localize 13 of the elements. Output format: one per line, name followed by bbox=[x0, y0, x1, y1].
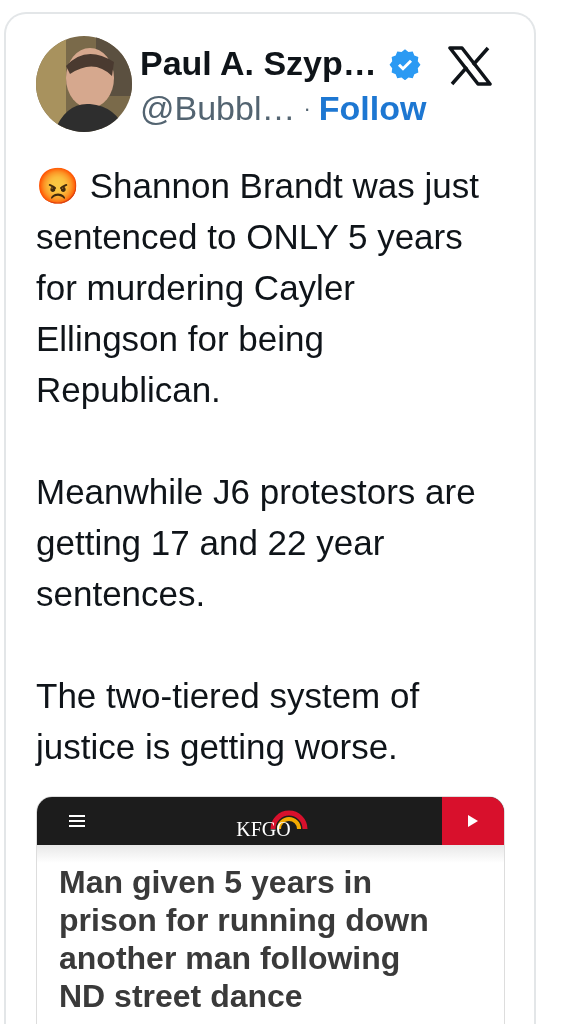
tweet-text: 😡 Shannon Brandt was just sentenced to ONLY 5 years for murdering Cayler Ellingson for being Republican. bbox=[36, 166, 479, 409]
x-logo-icon[interactable] bbox=[448, 46, 493, 86]
author-name[interactable]: Paul A. Szyp… bbox=[140, 44, 377, 83]
play-icon bbox=[468, 815, 478, 827]
tweet-text: Meanwhile J6 protestors are getting 17 and 22 year sentences. bbox=[36, 472, 476, 613]
follow-link[interactable]: Follow bbox=[318, 89, 427, 128]
author-handle[interactable]: @Bubbl… bbox=[140, 89, 296, 128]
separator-dot: · bbox=[303, 95, 311, 122]
tweet-text: The two-tiered system of justice is getting worse. bbox=[36, 676, 420, 766]
menu-icon[interactable] bbox=[69, 814, 85, 828]
play-button[interactable] bbox=[442, 797, 504, 845]
link-preview-card[interactable]: KFGO Man given 5 years in prison for running down another man following ND street dance bbox=[36, 796, 505, 1024]
station-logo: KFGO bbox=[236, 818, 291, 841]
